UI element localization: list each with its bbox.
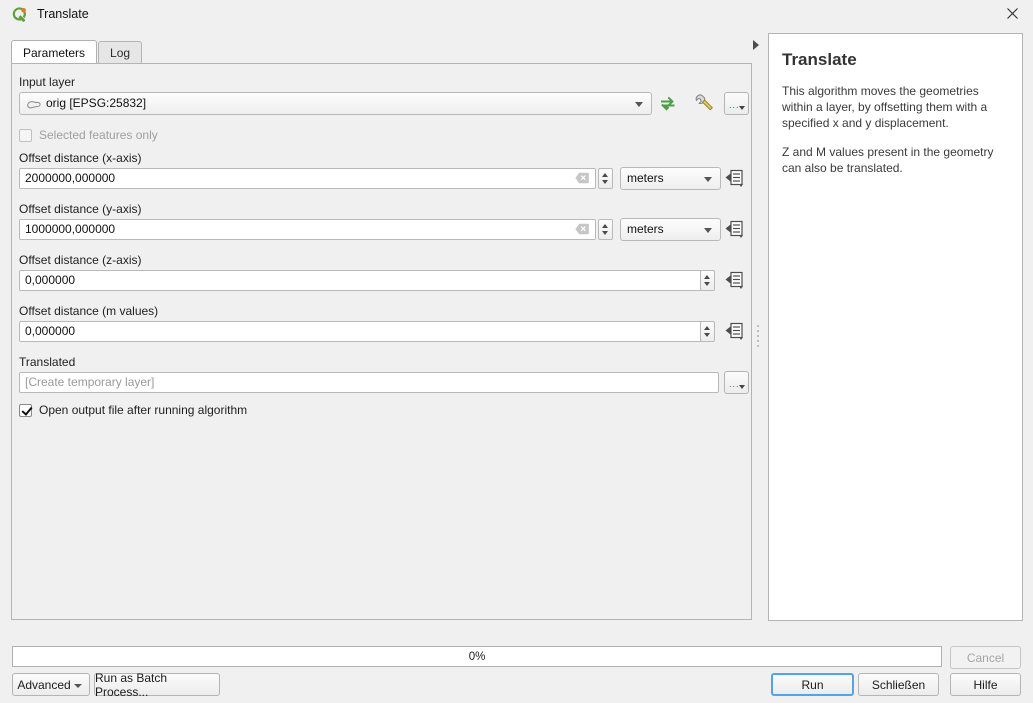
chevron-down-icon [704,228,712,233]
output-label: Translated [19,355,76,369]
offset-y-unit-value: meters [627,222,664,236]
offset-y-value: 1000000,000000 [25,222,116,236]
tab-parameters-label: Parameters [23,45,86,60]
checkbox-box[interactable] [19,403,32,417]
tab-log-label: Log [110,46,131,60]
offset-z-data-defined-override-icon[interactable] [725,271,745,291]
input-layer-label: Input layer [19,75,76,89]
output-path-input[interactable]: [Create temporary layer] [19,372,719,393]
selected-features-only-checkbox: Selected features only [19,128,158,142]
help-button[interactable]: Hilfe [950,673,1021,696]
help-panel: Translate This algorithm moves the geome… [768,33,1023,621]
output-path-placeholder: [Create temporary layer] [25,375,155,389]
offset-y-stepper[interactable] [598,219,613,240]
run-label: Run [801,677,824,692]
ellipsis-icon: ... [729,100,740,110]
collapse-help-panel-icon[interactable] [753,40,759,50]
chevron-down-icon[interactable] [704,282,710,286]
run-as-batch-button[interactable]: Run as Batch Process... [94,670,220,699]
chevron-down-icon[interactable] [602,231,608,235]
cancel-button: Cancel [950,646,1021,669]
advanced-button[interactable]: Advanced [12,673,90,696]
offset-y-input[interactable]: 1000000,000000 [19,219,596,240]
chevron-down-icon [739,106,745,110]
chevron-down-icon[interactable] [704,333,710,337]
open-output-label: Open output file after running algorithm [39,403,248,417]
offset-x-value: 2000000,000000 [25,171,116,185]
input-layer-value: orig [EPSG:25832] [46,96,147,110]
offset-x-unit-value: meters [627,171,664,185]
parameters-panel: Input layer orig [EPSG:25832] ... Select… [11,64,752,620]
chevron-down-icon [739,385,745,389]
offset-x-input[interactable]: 2000000,000000 [19,168,596,189]
close-button[interactable]: Schließen [858,673,939,696]
help-paragraph-2: Z and M values present in the geometry c… [782,145,994,175]
offset-z-value: 0,000000 [25,273,76,287]
offset-y-unit-combo[interactable]: meters [620,218,721,241]
translate-dialog: Translate Parameters Log Input layer ori… [0,0,1033,703]
cancel-label: Cancel [966,650,1005,665]
iterate-over-features-icon[interactable] [657,92,679,117]
chevron-up-icon[interactable] [602,224,608,228]
offset-z-stepper[interactable] [700,270,715,291]
offset-x-data-defined-override-icon[interactable] [725,169,745,189]
chevron-down-icon [74,684,82,688]
input-layer-browse-button[interactable]: ... [724,92,749,115]
input-layer-combo[interactable]: orig [EPSG:25832] [19,92,652,115]
offset-m-value: 0,000000 [25,324,76,338]
run-button[interactable]: Run [771,673,854,696]
chevron-down-icon [635,102,643,107]
clear-value-icon[interactable] [575,172,589,184]
tab-bar: Parameters Log [11,40,143,64]
checkbox-box [19,128,32,142]
progress-bar: 0% [12,646,942,667]
chevron-up-icon[interactable] [704,326,710,330]
offset-x-label: Offset distance (x-axis) [19,151,142,165]
advanced-label: Advanced [17,677,71,692]
offset-m-stepper[interactable] [700,321,715,342]
offset-x-stepper[interactable] [598,168,613,189]
help-title: Translate [782,50,857,69]
window-title: Translate [37,7,89,21]
offset-y-label: Offset distance (y-axis) [19,202,142,216]
help-paragraph-1: This algorithm moves the geometries with… [782,84,988,130]
offset-m-label: Offset distance (m values) [19,304,159,318]
offset-z-input[interactable]: 0,000000 [19,270,705,291]
ellipsis-icon: ... [729,379,740,389]
wrench-icon[interactable] [692,92,716,117]
offset-m-data-defined-override-icon[interactable] [725,322,745,342]
offset-z-label: Offset distance (z-axis) [19,253,142,267]
output-browse-button[interactable]: ... [724,371,749,394]
progress-text: 0% [468,650,486,663]
panel-splitter[interactable] [757,325,760,350]
offset-y-data-defined-override-icon[interactable] [725,220,745,240]
close-label: Schließen [871,677,926,692]
close-icon[interactable] [995,0,1029,27]
run-as-batch-label: Run as Batch Process... [95,670,168,699]
tab-log[interactable]: Log [98,41,143,64]
tab-parameters[interactable]: Parameters [11,40,98,64]
chevron-down-icon[interactable] [602,180,608,184]
open-output-checkbox[interactable]: Open output file after running algorithm [19,403,247,417]
title-bar: Translate [0,0,1033,28]
polygon-layer-icon [26,98,42,111]
selected-features-only-label: Selected features only [39,128,158,142]
help-label: Hilfe [973,677,998,692]
qgis-logo-icon [11,6,28,23]
chevron-up-icon[interactable] [602,173,608,177]
clear-value-icon[interactable] [575,223,589,235]
offset-x-unit-combo[interactable]: meters [620,167,721,190]
chevron-down-icon [704,177,712,182]
offset-m-input[interactable]: 0,000000 [19,321,705,342]
chevron-up-icon[interactable] [704,275,710,279]
